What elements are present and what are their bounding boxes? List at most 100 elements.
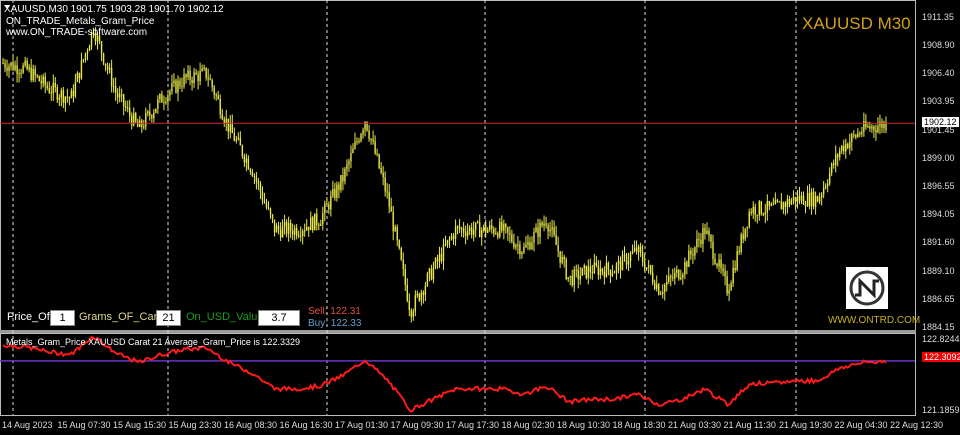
candle-body [744, 228, 746, 240]
candle-body [38, 76, 40, 82]
candle-body [60, 90, 63, 98]
candle-body [104, 63, 107, 66]
candle-body [774, 200, 777, 205]
candle-body [408, 300, 410, 311]
candle-body [714, 258, 716, 264]
price-chart[interactable] [0, 0, 960, 435]
candle-body [2, 63, 4, 65]
price-tick: 1903.95 [922, 96, 955, 107]
candle-body [36, 75, 38, 77]
candle-body [354, 141, 356, 149]
candle-body [505, 224, 507, 228]
candle-body [635, 247, 638, 253]
candle-body [720, 259, 722, 269]
candle-body [116, 92, 119, 98]
candle-body [758, 201, 760, 216]
candle-body [370, 138, 372, 140]
candle-body [670, 276, 672, 278]
candle-body [792, 196, 795, 201]
candle-body [444, 244, 447, 246]
candle-body [537, 227, 539, 237]
candle-body [86, 50, 89, 54]
candle-body [631, 251, 634, 254]
candle-body [641, 252, 644, 263]
candle-body [672, 277, 674, 279]
candle-body [114, 86, 117, 93]
price-tick: 1908.90 [922, 39, 955, 50]
candle-body [668, 276, 670, 282]
candle-body [643, 262, 646, 270]
price-tick: 1886.65 [922, 293, 955, 304]
candle-body [470, 227, 473, 235]
candle-body [281, 226, 284, 238]
candle-body [215, 94, 217, 96]
candle-body [454, 226, 457, 240]
candle-body [153, 112, 155, 119]
candle-body [822, 187, 825, 195]
candle-body [543, 223, 545, 226]
candle-body [336, 184, 338, 199]
candle-body [746, 226, 748, 229]
candle-body [810, 191, 813, 207]
time-tick: 15 Aug 23:30 [168, 420, 222, 430]
candle-body [265, 202, 268, 208]
subwindow-label: Metals_Gram_Price XAUUSD Carat 21 Averag… [6, 337, 300, 347]
candle-body [396, 227, 398, 241]
candle-body [808, 192, 811, 207]
candle-body [267, 207, 270, 209]
candle-body [263, 200, 266, 203]
candle-body [639, 246, 642, 253]
candle-body [18, 73, 20, 75]
candle-body [800, 195, 803, 201]
candle-body [820, 194, 823, 198]
price-tick: 1911.35 [922, 12, 954, 22]
candle-body [279, 229, 282, 238]
candle-body [199, 70, 201, 82]
candle-body [879, 121, 881, 127]
candle-body [607, 262, 610, 270]
candle-body [42, 76, 44, 84]
candle-body [54, 82, 56, 88]
candle-body [531, 242, 533, 249]
candle-body [493, 228, 495, 234]
candle-body [662, 291, 664, 294]
candle-body [585, 265, 587, 279]
candle-body [356, 141, 358, 143]
sub-axis-bottom: 121.1859 [922, 405, 960, 415]
candle-body [223, 119, 225, 123]
time-tick: 21 Aug 19:30 [779, 420, 833, 430]
candle-body [80, 60, 83, 79]
grams-input[interactable]: 21 [156, 310, 181, 326]
candle-body [770, 203, 773, 206]
candle-body [527, 242, 529, 245]
candle-body [533, 232, 535, 243]
candle-body [873, 126, 875, 130]
candle-body [450, 235, 453, 240]
candle-body [700, 240, 702, 245]
candle-body [503, 224, 505, 231]
logo-icon [849, 270, 885, 306]
price-tick: 1906.40 [922, 68, 955, 79]
candle-body [446, 239, 449, 245]
candle-body [859, 133, 861, 135]
candle-body [519, 244, 521, 255]
candle-body [6, 67, 8, 71]
candle-body [857, 133, 859, 137]
candle-body [599, 268, 602, 275]
candle-body [193, 72, 195, 83]
candle-body [16, 65, 18, 74]
candle-body [225, 118, 227, 123]
usd-value-input[interactable]: 3.7 [258, 310, 300, 326]
candle-body [762, 213, 764, 215]
candle-body [776, 200, 779, 202]
candle-body [291, 230, 294, 235]
chart-window[interactable]: XAUUSD,M30 1901.75 1903.28 1901.70 1902.… [0, 0, 960, 435]
price-of-input[interactable]: 1 [50, 310, 75, 326]
price-tick: 1901.45 [922, 124, 955, 135]
candle-body [388, 192, 390, 207]
candle-body [430, 268, 433, 280]
candle-body [780, 201, 783, 210]
candle-body [239, 137, 242, 146]
candle-body [476, 221, 479, 223]
candle-body [358, 141, 360, 143]
